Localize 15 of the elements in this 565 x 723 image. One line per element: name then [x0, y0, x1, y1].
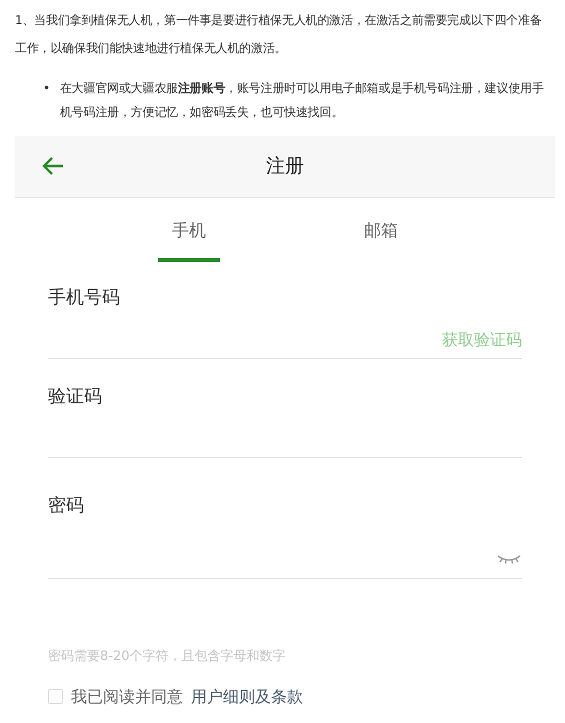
tab[interactable]: 邮箱 — [350, 198, 412, 262]
agree-checkbox[interactable] — [48, 689, 63, 704]
field-label: 手机号码 — [48, 286, 121, 310]
field-label: 密码 — [48, 494, 85, 518]
bullet-marker: • — [43, 80, 50, 97]
intro-paragraph: 1、当我们拿到植保无人机，第一件事是要进行植保无人机的激活，在激活之前需要完成以下四个准备工作，以确保我们能快速地进行植保无人机的激活。 — [15, 12, 543, 57]
field-label: 验证码 — [48, 385, 103, 409]
back-arrow-icon[interactable] — [41, 156, 65, 176]
screen-title: 注册 — [266, 155, 304, 178]
bullet-text: 在大疆官网或大疆农服注册账号，账号注册时可以用电子邮箱或是手机号码注册，建议使用手机号码注册，方便记忆，如密码丢失，也可快速找回。 — [60, 80, 545, 121]
terms-link[interactable]: 用户细则及条款 — [191, 684, 303, 708]
closed-eye-icon[interactable] — [496, 554, 522, 564]
agreement-label: 我已阅读并同意 — [71, 686, 183, 708]
password-hint: 密码需要8-20个字符，且包含字母和数字 — [48, 648, 287, 666]
tab[interactable]: 手机 — [158, 198, 220, 262]
